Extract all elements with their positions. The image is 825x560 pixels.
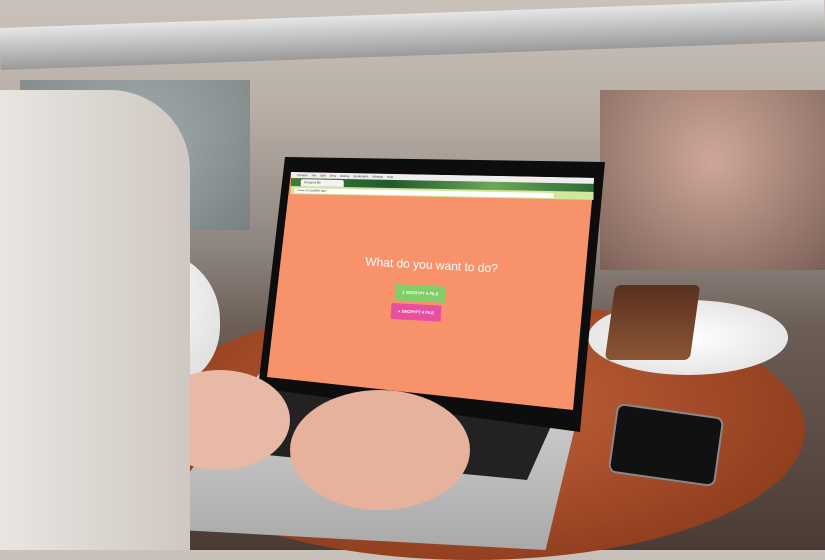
cake bbox=[604, 285, 701, 360]
menu-item[interactable]: View bbox=[330, 174, 337, 178]
page-question: What do you want to do? bbox=[364, 254, 499, 276]
menu-item[interactable]: Help bbox=[387, 175, 393, 179]
background-store bbox=[600, 90, 825, 270]
person-arm bbox=[0, 90, 190, 550]
browser-tab[interactable]: encrypt a file bbox=[300, 179, 344, 188]
encrypt-file-button[interactable]: ⚷ ENCRYPT A FILE bbox=[394, 284, 446, 303]
page-content: What do you want to do? ⚷ ENCRYPT A FILE… bbox=[298, 243, 562, 346]
menu-item[interactable]: Edit bbox=[320, 174, 325, 178]
railing bbox=[0, 0, 825, 70]
decrypt-file-button[interactable]: ● DECRYPT A FILE bbox=[390, 302, 442, 322]
menu-item[interactable]: Chrome bbox=[297, 173, 308, 177]
menu-item[interactable]: Bookmarks bbox=[353, 174, 368, 178]
right-hand bbox=[290, 390, 470, 510]
smartphone bbox=[607, 402, 725, 488]
menu-item[interactable]: History bbox=[340, 174, 349, 178]
menu-item[interactable]: File bbox=[312, 173, 317, 177]
menu-item[interactable]: Window bbox=[372, 175, 383, 179]
